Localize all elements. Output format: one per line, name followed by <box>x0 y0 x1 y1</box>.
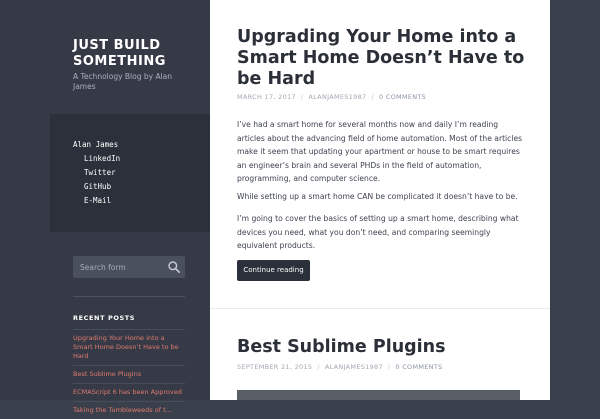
recent-posts-heading: RECENT POSTS <box>73 314 136 322</box>
social-link-github[interactable]: GitHub <box>84 182 111 191</box>
post-date[interactable]: MARCH 17, 2017 <box>237 93 296 101</box>
sidebar-divider <box>73 296 185 297</box>
main-content: Upgrading Your Home into a Smart Home Do… <box>210 0 550 400</box>
post-author[interactable]: ALANJAMES1987 <box>308 93 366 101</box>
recent-post-link[interactable]: Taking the Tumbleweeds of t... <box>73 401 185 419</box>
continue-reading-button[interactable]: Continue reading <box>237 260 310 281</box>
search-input[interactable] <box>73 256 158 278</box>
social-link-email[interactable]: E-Mail <box>84 196 111 205</box>
recent-post-link[interactable]: ECMAScript 6 has been Approved <box>73 383 185 401</box>
page-background <box>550 0 600 400</box>
social-menu: Alan James LinkedIn Twitter GitHub E-Mai… <box>50 114 210 232</box>
post-title[interactable]: Best Sublime Plugins <box>237 337 537 358</box>
site-title[interactable]: JUST BUILD SOMETHING <box>73 38 203 70</box>
recent-post-link[interactable]: Upgrading Your Home into a Smart Home Do… <box>73 329 185 365</box>
social-link-linkedin[interactable]: LinkedIn <box>84 154 120 163</box>
post-comments-link[interactable]: 0 COMMENTS <box>395 363 442 371</box>
post-title[interactable]: Upgrading Your Home into a Smart Home Do… <box>237 27 537 90</box>
sidebar: JUST BUILD SOMETHING A Technology Blog b… <box>0 0 210 414</box>
post-meta: MARCH 17, 2017/ALANJAMES1987/0 COMMENTS <box>237 93 427 101</box>
search-icon[interactable] <box>167 260 181 274</box>
social-link-twitter[interactable]: Twitter <box>84 168 116 177</box>
post-paragraph: While setting up a smart home CAN be com… <box>237 192 518 201</box>
post-divider <box>210 308 550 309</box>
post-meta: SEPTEMBER 21, 2015/ALANJAMES1987/0 COMME… <box>237 363 443 371</box>
recent-post-link[interactable]: Best Sublime Plugins <box>73 365 185 383</box>
post-date[interactable]: SEPTEMBER 21, 2015 <box>237 363 312 371</box>
post-paragraph: I’m going to cover the basics of setting… <box>237 214 519 250</box>
post-author[interactable]: ALANJAMES1987 <box>325 363 383 371</box>
post-featured-image[interactable] <box>237 390 520 400</box>
post-comments-link[interactable]: 0 COMMENTS <box>379 93 426 101</box>
search-form <box>73 256 185 278</box>
social-owner-name[interactable]: Alan James <box>73 140 118 149</box>
recent-posts-list: Upgrading Your Home into a Smart Home Do… <box>73 329 185 419</box>
site-description: A Technology Blog by Alan James <box>73 72 173 91</box>
post-paragraph: I’ve had a smart home for several months… <box>237 120 523 183</box>
